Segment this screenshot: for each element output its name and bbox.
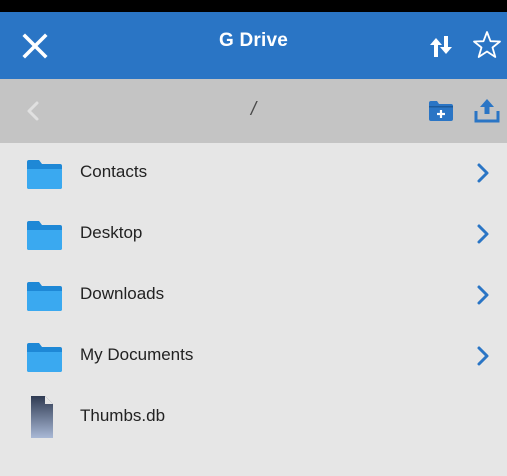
list-item-folder[interactable]: Contacts	[0, 143, 507, 204]
item-name: Thumbs.db	[80, 406, 166, 425]
app-bar: G Drive	[0, 12, 507, 79]
list-item-folder[interactable]: Desktop	[0, 204, 507, 265]
sync-icon	[430, 36, 452, 57]
list-item-file[interactable]: Thumbs.db	[0, 387, 507, 448]
list-item-folder[interactable]: Downloads	[0, 265, 507, 326]
folder-icon	[27, 221, 62, 250]
close-button[interactable]	[21, 32, 49, 60]
favorite-button[interactable]	[472, 30, 502, 60]
folder-icon	[27, 160, 62, 189]
chevron-right-icon[interactable]	[476, 162, 490, 184]
chevron-right-icon[interactable]	[476, 284, 490, 306]
folder-icon	[27, 343, 62, 372]
item-name: Contacts	[80, 162, 148, 181]
chevron-right-icon[interactable]	[476, 345, 490, 367]
chevron-right-icon[interactable]	[476, 223, 490, 245]
star-outline-icon	[473, 31, 501, 58]
file-icon	[31, 396, 53, 438]
upload-button[interactable]	[473, 96, 501, 124]
list-item-folder[interactable]: My Documents	[0, 326, 507, 387]
item-name: Downloads	[80, 284, 165, 303]
path-bar: /	[0, 79, 507, 143]
upload-icon	[474, 99, 500, 123]
folder-icon	[27, 282, 62, 311]
file-list: Contacts Desktop Downloads My Documents	[0, 143, 507, 448]
new-folder-button[interactable]	[428, 100, 454, 122]
item-name: My Documents	[80, 345, 194, 364]
new-folder-icon	[429, 101, 453, 121]
close-icon	[22, 33, 48, 59]
item-name: Desktop	[80, 223, 143, 242]
sync-button[interactable]	[426, 33, 452, 59]
status-bar	[0, 0, 507, 12]
